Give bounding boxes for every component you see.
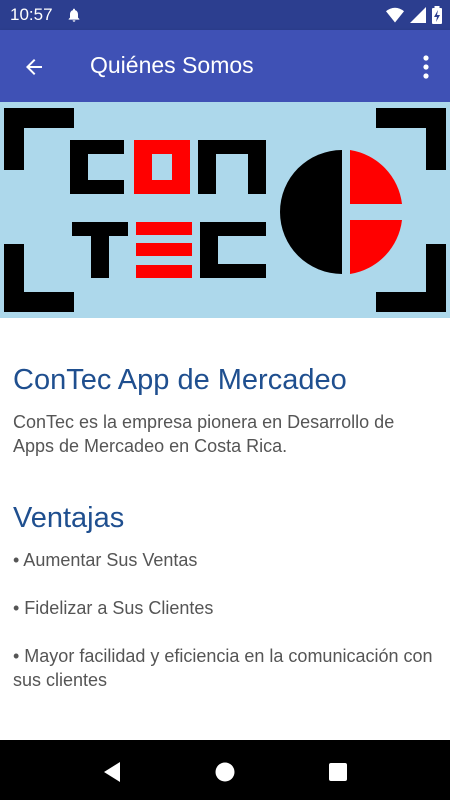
back-triangle-icon bbox=[104, 762, 120, 782]
home-circle-icon bbox=[215, 762, 235, 782]
advantage-item: • Fidelizar a Sus Clientes bbox=[13, 598, 214, 618]
wifi-icon bbox=[386, 7, 404, 23]
back-button[interactable] bbox=[18, 52, 50, 82]
arrow-back-icon bbox=[26, 59, 42, 75]
content-area: ConTec App de Mercadeo ConTec es la empr… bbox=[0, 318, 450, 740]
status-time: 10:57 bbox=[10, 5, 53, 24]
battery-charging-icon bbox=[432, 6, 442, 24]
advantage-item: • Aumentar Sus Ventas bbox=[13, 550, 198, 570]
more-vert-icon bbox=[423, 55, 429, 79]
status-bar: 10:57 bbox=[0, 0, 450, 30]
nav-back-button[interactable] bbox=[100, 760, 124, 784]
contec-logo bbox=[4, 108, 446, 312]
section-heading: ConTec App de Mercadeo bbox=[13, 364, 347, 396]
page-title: Quiénes Somos bbox=[90, 52, 254, 78]
advantage-item: • Mayor facilidad y eficiencia en la com… bbox=[13, 646, 433, 690]
app-bar: Quiénes Somos bbox=[0, 30, 450, 102]
signal-icon bbox=[410, 7, 426, 23]
recents-square-icon bbox=[329, 763, 347, 781]
system-navigation-bar bbox=[0, 740, 450, 800]
nav-home-button[interactable] bbox=[213, 760, 237, 784]
status-icons bbox=[386, 6, 442, 24]
intro-paragraph: ConTec es la empresa pionera en Desarrol… bbox=[13, 412, 395, 456]
notification-bell-icon bbox=[68, 8, 80, 22]
overflow-menu-button[interactable] bbox=[416, 50, 436, 84]
nav-recents-button[interactable] bbox=[326, 760, 350, 784]
logo-banner bbox=[0, 102, 450, 318]
advantages-heading: Ventajas bbox=[13, 502, 125, 534]
